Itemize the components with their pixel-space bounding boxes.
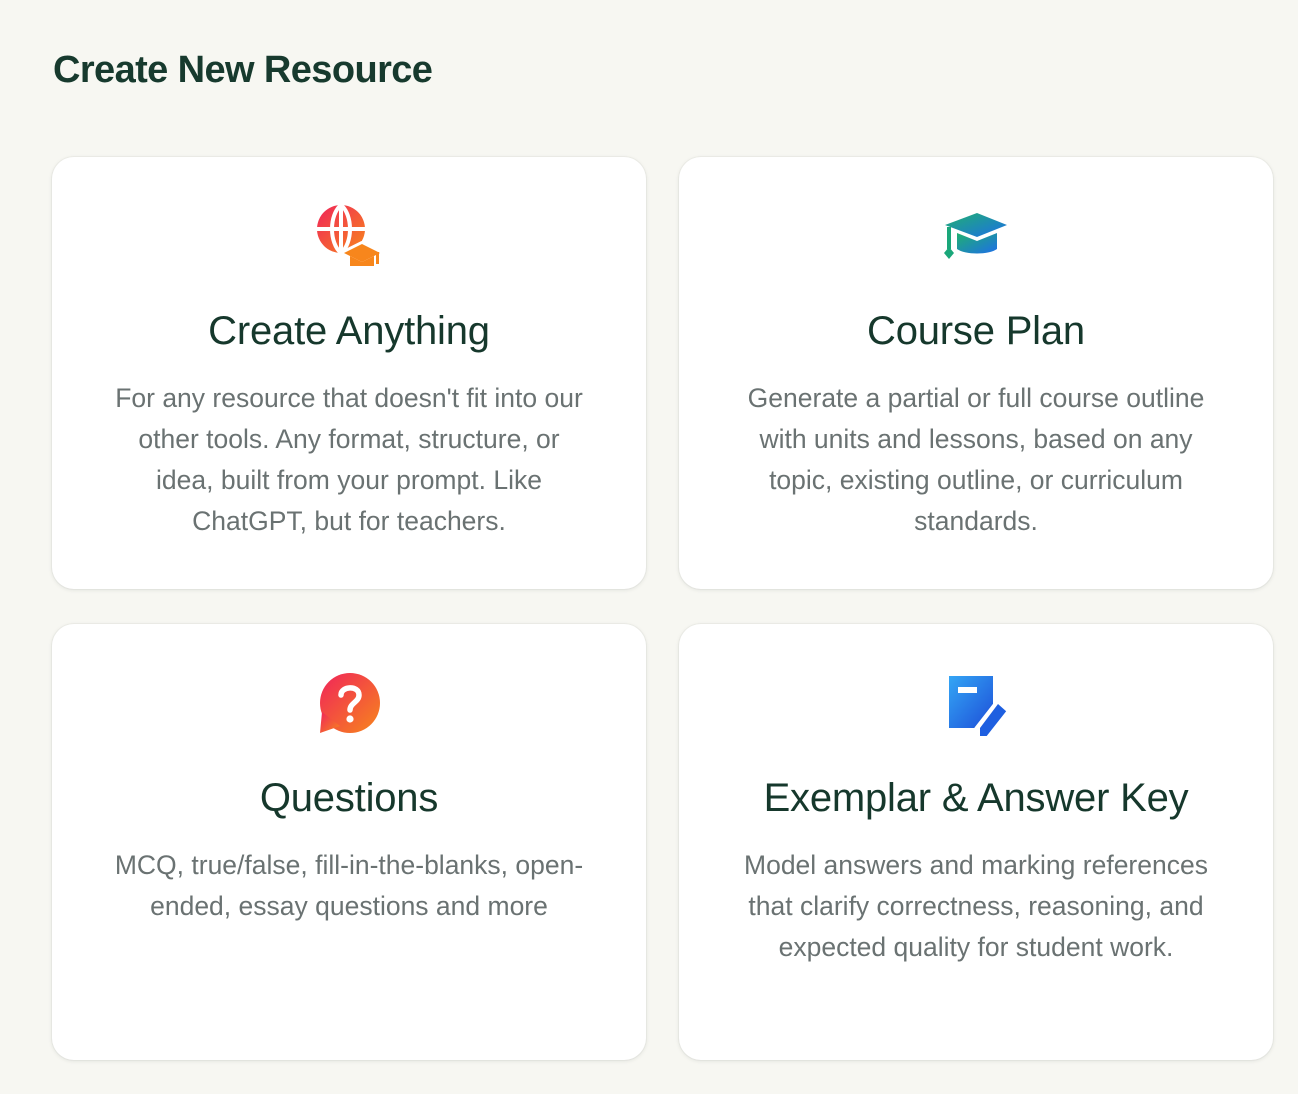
card-title: Exemplar & Answer Key [763,776,1189,820]
questions-card[interactable]: Questions MCQ, true/false, fill-in-the-b… [52,624,646,1060]
document-edit-icon [943,672,1009,738]
card-description: Generate a partial or full course outlin… [747,383,1205,536]
card-title: Questions [259,776,439,820]
card-description: MCQ, true/false, fill-in-the-blanks, ope… [114,850,584,921]
graduation-cap-icon [943,205,1009,271]
card-description: Model answers and marking references tha… [744,850,1208,962]
card-description: For any resource that doesn't fit into o… [115,383,583,536]
card-title: Course Plan [867,309,1085,353]
course-plan-card[interactable]: Course Plan Generate a partial or full c… [679,157,1273,589]
card-title: Create Anything [208,309,490,353]
globe-graduation-cap-icon [316,205,382,271]
question-bubble-icon [316,672,382,738]
exemplar-answer-key-card[interactable]: Exemplar & Answer Key Model answers and … [679,624,1273,1060]
create-anything-card[interactable]: Create Anything For any resource that do… [52,157,646,589]
page-title: Create New Resource [53,49,433,91]
